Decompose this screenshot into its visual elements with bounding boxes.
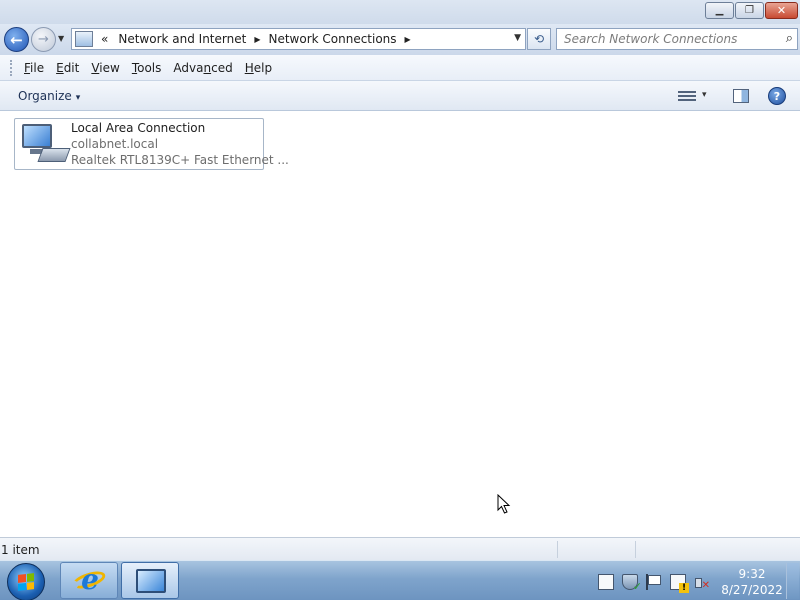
monitor-icon — [22, 124, 52, 148]
network-card-icon — [37, 148, 71, 162]
view-list-icon — [678, 91, 696, 93]
help-icon: ? — [773, 89, 781, 103]
search-icon[interactable]: ⌕ — [786, 31, 793, 46]
chevron-down-icon: ▼ — [58, 34, 65, 43]
clock[interactable]: 9:32 8/27/2022 — [720, 566, 784, 598]
menu-advanced-label: ced — [211, 60, 233, 75]
mouse-cursor-icon — [497, 494, 511, 514]
menu-advanced-prefix: Adva — [173, 60, 204, 75]
menu-bar: File Edit View Tools Advanced Help — [0, 55, 800, 81]
search-input[interactable] — [564, 29, 774, 49]
document-tray-icon[interactable] — [598, 574, 614, 590]
status-divider — [635, 541, 636, 558]
menu-edit[interactable]: Edit — [50, 59, 85, 77]
chevron-down-icon: ▾ — [75, 93, 81, 103]
file-list[interactable]: Local Area Connection collabnet.local Re… — [0, 111, 800, 537]
taskbar-internet-explorer[interactable]: e — [60, 562, 118, 599]
forward-button[interactable]: → — [31, 27, 56, 52]
status-bar: 1 item — [0, 537, 800, 560]
refresh-icon: ⟲ — [533, 32, 545, 46]
organize-button[interactable]: Organize ▾ — [18, 89, 80, 103]
breadcrumb-network-connections[interactable]: Network Connections — [268, 32, 396, 46]
minimize-button[interactable]: ▁ — [705, 2, 734, 19]
network-warning-icon[interactable] — [670, 574, 689, 593]
chevron-down-icon: ▾ — [702, 90, 707, 100]
logo-quadrant — [26, 573, 34, 582]
logo-quadrant — [26, 581, 34, 590]
taskbar: e 9:32 8/27/2022 — [0, 560, 800, 600]
menu-advanced-accel: n — [203, 60, 212, 75]
preview-pane-button[interactable] — [733, 89, 749, 103]
logo-quadrant — [18, 574, 26, 583]
clock-time: 9:32 — [738, 567, 766, 581]
connection-name: Local Area Connection — [71, 121, 206, 135]
restore-button[interactable]: ❐ — [735, 2, 764, 19]
back-button[interactable]: ← — [4, 27, 29, 52]
connection-device: Realtek RTL8139C+ Fast Ethernet ... — [71, 153, 289, 167]
menu-edit-label: dit — [63, 60, 80, 75]
logo-quadrant — [18, 582, 26, 591]
menu-view[interactable]: View — [85, 59, 125, 77]
start-button[interactable] — [7, 563, 45, 600]
connection-domain: collabnet.local — [71, 137, 159, 151]
status-divider — [557, 541, 558, 558]
control-panel-icon — [75, 31, 93, 47]
recent-pages-button[interactable]: ▼ — [58, 34, 68, 46]
menu-view-label: iew — [99, 60, 120, 75]
navigation-bar: ← → ▼ « Network and Internet ▶ Network C… — [0, 24, 800, 55]
menu-tools-label: ools — [137, 60, 162, 75]
search-box: ⌕ — [556, 28, 798, 50]
taskbar-network-connections[interactable] — [121, 562, 179, 599]
connection-tile[interactable]: Local Area Connection collabnet.local Re… — [14, 118, 289, 170]
forward-arrow-icon: → — [38, 32, 49, 47]
address-bar[interactable]: « Network and Internet ▶ Network Connect… — [71, 28, 526, 50]
menu-help-accel: H — [244, 60, 254, 75]
system-tray — [598, 574, 710, 593]
menu-file[interactable]: File — [18, 59, 50, 77]
volume-muted-icon[interactable] — [694, 574, 710, 591]
breadcrumb-separator-icon[interactable]: ▶ — [405, 35, 411, 44]
menu-edit-accel: E — [56, 60, 64, 75]
menu-file-label: ile — [30, 60, 45, 75]
command-bar: Organize ▾ ▾ ? — [0, 81, 800, 111]
windows-logo-icon — [18, 573, 34, 591]
action-center-flag-icon[interactable] — [646, 574, 662, 590]
show-desktop-button[interactable] — [786, 563, 799, 599]
security-shield-icon[interactable] — [622, 574, 642, 593]
internet-explorer-icon: e — [81, 563, 99, 596]
close-icon: ✕ — [776, 4, 787, 17]
address-overflow[interactable]: « — [101, 32, 108, 46]
menu-help-label: elp — [253, 60, 273, 75]
menu-help[interactable]: Help — [239, 59, 278, 77]
address-dropdown-icon[interactable]: ▼ — [514, 33, 521, 43]
clock-date: 8/27/2022 — [721, 583, 783, 597]
menu-tools[interactable]: Tools — [126, 59, 168, 77]
restore-icon: ❐ — [745, 5, 754, 16]
window-titlebar: ▁ ❐ ✕ — [0, 0, 800, 24]
more-views-button[interactable]: ▾ — [702, 90, 707, 100]
network-connections-icon — [136, 569, 166, 593]
menu-advanced[interactable]: Advanced — [167, 59, 238, 77]
view-list-icon — [678, 99, 696, 101]
window-controls: ▁ ❐ ✕ — [705, 2, 798, 19]
menu-grip — [10, 59, 13, 76]
network-adapter-icon — [18, 122, 71, 168]
item-count: 1 item — [1, 543, 40, 557]
refresh-button[interactable]: ⟲ — [527, 28, 551, 50]
back-arrow-icon: ← — [10, 30, 23, 49]
minimize-icon: ▁ — [715, 5, 724, 16]
help-button[interactable]: ? — [768, 87, 786, 105]
organize-label: Organize — [18, 89, 72, 103]
change-view-button[interactable] — [678, 89, 696, 103]
breadcrumb-network-and-internet[interactable]: Network and Internet — [118, 32, 246, 46]
view-list-icon — [678, 95, 696, 97]
breadcrumb-separator-icon[interactable]: ▶ — [254, 35, 260, 44]
close-button[interactable]: ✕ — [765, 2, 798, 19]
